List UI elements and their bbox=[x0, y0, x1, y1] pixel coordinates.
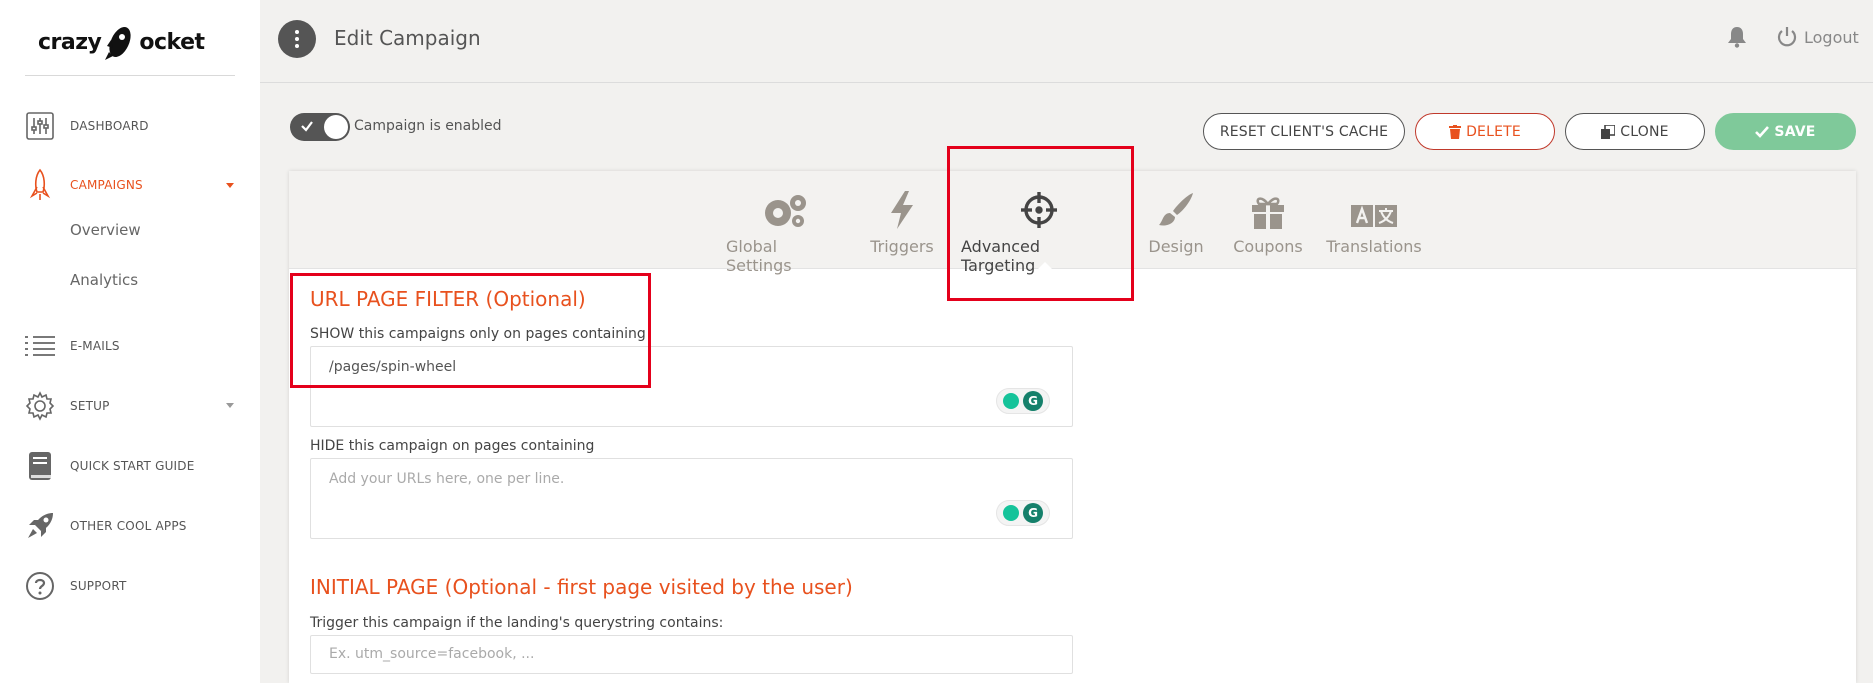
power-icon bbox=[1777, 27, 1797, 47]
trash-icon bbox=[1449, 124, 1462, 139]
grammarly-icon: G bbox=[1023, 391, 1043, 411]
grammarly-widget[interactable]: G bbox=[996, 500, 1050, 526]
lightbulb-icon bbox=[1003, 505, 1019, 521]
querystring-label: Trigger this campaign if the landing's q… bbox=[310, 615, 724, 631]
querystring-placeholder: Ex. utm_source=facebook, ... bbox=[329, 646, 535, 662]
rocket-logo-icon bbox=[105, 27, 131, 60]
sliders-icon bbox=[24, 110, 56, 142]
campaign-enabled-toggle[interactable] bbox=[290, 113, 350, 141]
more-menu-button[interactable] bbox=[278, 20, 316, 58]
sidebar-item-label: SUPPORT bbox=[70, 579, 127, 593]
tab-triggers[interactable]: Triggers bbox=[866, 189, 938, 256]
save-button[interactable]: SAVE bbox=[1715, 113, 1856, 150]
url-filter-title: URL PAGE FILTER (Optional) bbox=[310, 287, 586, 311]
sidebar: crazy ocket DASHBOARD CAMPAIGNS Overview… bbox=[0, 0, 260, 683]
sidebar-item-label: QUICK START GUIDE bbox=[70, 459, 195, 473]
sidebar-item-label: DASHBOARD bbox=[70, 119, 149, 133]
grammarly-icon: G bbox=[1023, 503, 1043, 523]
check-icon bbox=[301, 121, 313, 132]
delete-button[interactable]: DELETE bbox=[1415, 113, 1555, 150]
save-label: SAVE bbox=[1774, 123, 1816, 140]
reset-cache-button[interactable]: RESET CLIENT'S CACHE bbox=[1203, 113, 1405, 150]
sidebar-item-dashboard[interactable]: DASHBOARD bbox=[24, 108, 149, 144]
copy-icon bbox=[1601, 124, 1616, 139]
sidebar-item-label: SETUP bbox=[70, 399, 110, 413]
sidebar-subitem-overview[interactable]: Overview bbox=[70, 221, 141, 239]
sidebar-item-support[interactable]: SUPPORT bbox=[24, 568, 127, 604]
brush-icon bbox=[1157, 189, 1195, 229]
querystring-input[interactable]: Ex. utm_source=facebook, ... bbox=[310, 635, 1073, 674]
hide-pages-label: HIDE this campaign on pages containing bbox=[310, 438, 595, 454]
clone-label: CLONE bbox=[1620, 123, 1669, 140]
crosshair-icon bbox=[1020, 189, 1058, 229]
gear-icon bbox=[24, 390, 56, 422]
chevron-down-icon[interactable] bbox=[226, 403, 234, 408]
campaign-editor-panel: Global Settings Triggers Advanced Target… bbox=[289, 171, 1856, 683]
gears-icon bbox=[760, 189, 808, 229]
logo-text-right: ocket bbox=[139, 29, 205, 55]
active-tab-pointer bbox=[1037, 262, 1053, 270]
sidebar-item-label: CAMPAIGNS bbox=[70, 178, 143, 192]
tab-coupons[interactable]: Coupons bbox=[1226, 189, 1310, 256]
sidebar-item-label: E-MAILS bbox=[70, 339, 120, 353]
lightbulb-icon bbox=[1003, 393, 1019, 409]
rocket-outline-icon bbox=[24, 168, 56, 201]
show-pages-label: SHOW this campaigns only on pages contai… bbox=[310, 326, 646, 342]
sidebar-subitem-analytics[interactable]: Analytics bbox=[70, 271, 138, 289]
sidebar-item-emails[interactable]: E-MAILS bbox=[24, 328, 120, 364]
book-icon bbox=[24, 450, 56, 482]
crazy-rocket-logo[interactable]: crazy ocket bbox=[38, 22, 205, 62]
hide-pages-textarea[interactable]: Add your URLs here, one per line. G bbox=[310, 458, 1073, 539]
tab-label: Triggers bbox=[870, 237, 934, 256]
rocket-icon bbox=[24, 510, 56, 542]
tab-label: Translations bbox=[1326, 237, 1422, 256]
show-pages-value: /pages/spin-wheel bbox=[329, 359, 457, 375]
question-circle-icon bbox=[24, 570, 56, 602]
tab-bar: Global Settings Triggers Advanced Target… bbox=[289, 171, 1856, 275]
sidebar-item-campaigns[interactable]: CAMPAIGNS bbox=[24, 167, 143, 203]
page-title: Edit Campaign bbox=[334, 26, 481, 50]
sidebar-item-other-cool-apps[interactable]: OTHER COOL APPS bbox=[24, 508, 187, 544]
tab-label: Global Settings bbox=[726, 237, 792, 275]
hide-pages-placeholder: Add your URLs here, one per line. bbox=[329, 471, 565, 487]
bell-icon[interactable] bbox=[1727, 26, 1747, 52]
top-bar: Edit Campaign Logout bbox=[260, 0, 1873, 83]
grammarly-widget[interactable]: G bbox=[996, 388, 1050, 414]
list-icon bbox=[24, 330, 56, 362]
reset-cache-label: RESET CLIENT'S CACHE bbox=[1219, 123, 1389, 140]
delete-label: DELETE bbox=[1466, 123, 1521, 140]
toggle-label: Campaign is enabled bbox=[354, 118, 502, 134]
tab-design[interactable]: Design bbox=[1140, 189, 1212, 256]
lightning-icon bbox=[889, 189, 915, 229]
logout-button[interactable]: Logout bbox=[1776, 26, 1859, 48]
language-icon bbox=[1351, 189, 1397, 229]
sidebar-item-setup[interactable]: SETUP bbox=[24, 388, 110, 424]
logo-divider bbox=[25, 75, 235, 76]
tab-label: Coupons bbox=[1233, 237, 1303, 256]
sidebar-item-quick-start-guide[interactable]: QUICK START GUIDE bbox=[24, 448, 195, 484]
initial-page-title: INITIAL PAGE (Optional - first page visi… bbox=[310, 575, 853, 599]
gift-icon bbox=[1249, 189, 1287, 229]
tab-translations[interactable]: Translations bbox=[1323, 189, 1425, 256]
tab-global-settings[interactable]: Global Settings bbox=[726, 189, 842, 275]
sidebar-item-label: OTHER COOL APPS bbox=[70, 519, 187, 533]
vertical-dots-icon bbox=[295, 29, 299, 50]
check-icon bbox=[1755, 125, 1770, 138]
clone-button[interactable]: CLONE bbox=[1565, 113, 1705, 150]
tab-label: Design bbox=[1148, 237, 1204, 256]
toggle-knob bbox=[324, 115, 348, 139]
show-pages-textarea[interactable]: /pages/spin-wheel G bbox=[310, 346, 1073, 427]
chevron-down-icon[interactable] bbox=[226, 183, 234, 188]
logo-text-left: crazy bbox=[38, 29, 102, 55]
logout-label: Logout bbox=[1804, 27, 1859, 47]
